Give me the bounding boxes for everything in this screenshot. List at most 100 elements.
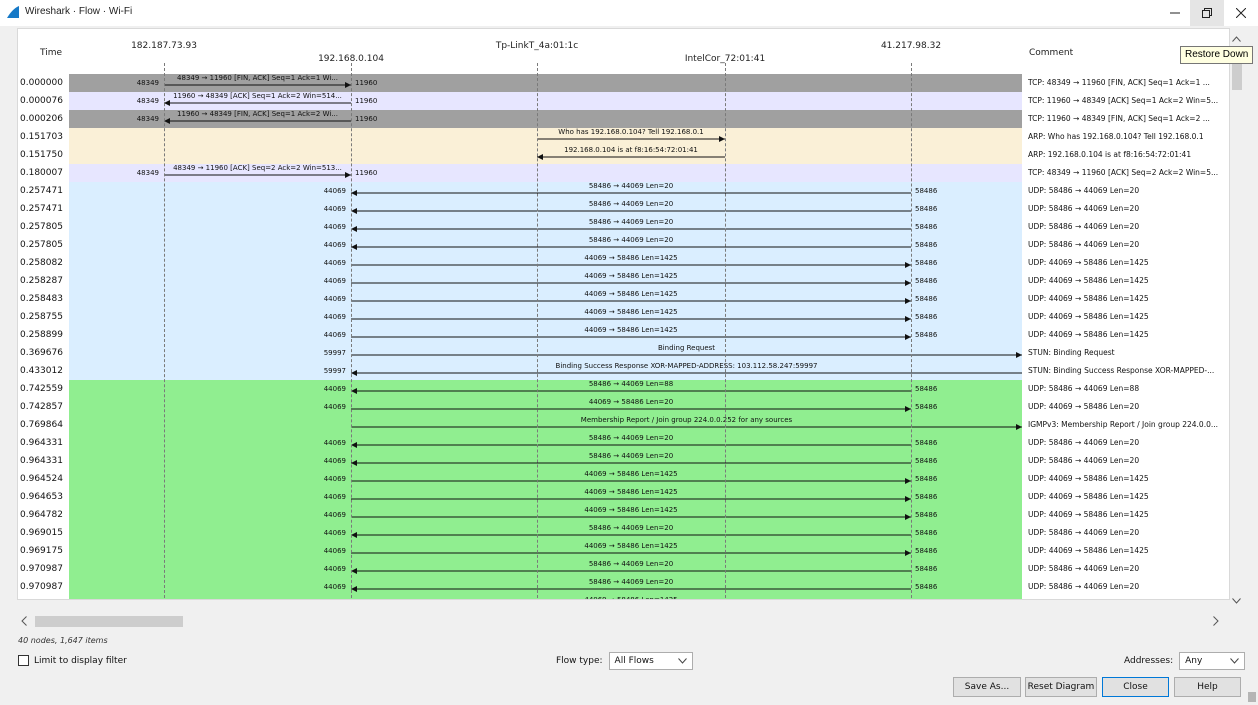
flow-row[interactable]: 0.000000 TCP: 48349 → 11960 [FIN, ACK] Se… xyxy=(18,74,1229,92)
vertical-scrollbar[interactable] xyxy=(1230,28,1243,612)
limit-filter-label: Limit to display filter xyxy=(34,655,127,666)
flow-row[interactable]: 0.257805 UDP: 58486 → 44069 Len=20 44069 58… xyxy=(18,218,1229,236)
flow-row[interactable]: 0.258483 UDP: 44069 → 58486 Len=1425 44069… xyxy=(18,290,1229,308)
flow-row[interactable]: 0.257805 UDP: 58486 → 44069 Len=20 44069 58… xyxy=(18,236,1229,254)
node-header: 41.217.98.32 xyxy=(880,41,942,51)
time-column-header: Time xyxy=(40,48,63,58)
message-arrow xyxy=(351,262,911,268)
message-arrow xyxy=(351,352,1022,358)
node-header: 182.187.73.93 xyxy=(131,41,197,51)
message-arrow xyxy=(351,370,1022,376)
flow-row[interactable]: 0.180007 TCP: 48349 → 11960 [ACK] Seq=2 A… xyxy=(18,164,1229,182)
node-lifeline xyxy=(537,63,538,599)
restore-button[interactable] xyxy=(1190,0,1224,26)
message-arrow xyxy=(351,568,911,574)
scroll-right-icon[interactable] xyxy=(1213,616,1219,626)
flow-type-select[interactable]: All Flows xyxy=(608,652,693,670)
scroll-left-icon[interactable] xyxy=(21,616,27,626)
title-bar: Wireshark · Flow · Wi-Fi xyxy=(0,0,1258,26)
flow-row[interactable]: 0.970987 UDP: 58486 → 44069 Len=20 44069 58… xyxy=(18,578,1229,596)
flow-row[interactable]: 0.769864 IGMPv3: Membership Report / Join… xyxy=(18,416,1229,434)
flow-row[interactable]: 0.964331 UDP: 58486 → 44069 Len=20 44069 58… xyxy=(18,434,1229,452)
message-arrow xyxy=(537,154,725,160)
vertical-scroll-thumb[interactable] xyxy=(1232,62,1242,90)
comment-column-header: Comment xyxy=(1029,48,1074,58)
message-arrow xyxy=(351,514,911,520)
flow-diagram-panel[interactable]: Time Comment 182.187.73.93 192.168.0.104 T… xyxy=(17,28,1230,600)
node-lifeline xyxy=(351,63,352,599)
flow-row[interactable]: 0.964524 UDP: 44069 → 58486 Len=1425 44069… xyxy=(18,470,1229,488)
flow-row[interactable]: 0.258899 UDP: 44069 → 58486 Len=1425 44069… xyxy=(18,326,1229,344)
wireshark-fin-icon xyxy=(7,6,19,18)
flow-row[interactable]: 0.258755 UDP: 44069 → 58486 Len=1425 44069… xyxy=(18,308,1229,326)
flow-row[interactable]: 0.964653 UDP: 44069 → 58486 Len=1425 44069… xyxy=(18,488,1229,506)
minimize-icon xyxy=(1170,12,1180,14)
flow-row[interactable]: 0.257471 UDP: 58486 → 44069 Len=20 44069 58… xyxy=(18,200,1229,218)
flow-row[interactable]: 0.969175 UDP: 44069 → 58486 Len=1425 44069… xyxy=(18,542,1229,560)
resize-grip-icon[interactable] xyxy=(1248,692,1256,702)
window-title: Wireshark · Flow · Wi-Fi xyxy=(25,6,133,17)
message-arrow xyxy=(351,550,911,556)
chevron-down-icon xyxy=(1230,658,1239,664)
flow-row[interactable]: 0.971169UDP: 44069 → 58486 Len=142544069… xyxy=(18,596,1230,600)
message-arrow xyxy=(351,442,911,448)
arrow-head xyxy=(1016,352,1022,358)
flow-row[interactable]: 0.258287 UDP: 44069 → 58486 Len=1425 44069… xyxy=(18,272,1229,290)
close-window-button[interactable] xyxy=(1224,0,1258,26)
flow-row[interactable]: 0.964782 UDP: 44069 → 58486 Len=1425 44069… xyxy=(18,506,1229,524)
flow-type-value: All Flows xyxy=(614,656,654,666)
reset-diagram-button[interactable]: Reset Diagram xyxy=(1025,677,1097,697)
flow-row[interactable]: 0.964331 UDP: 58486 → 44069 Len=20 44069 58… xyxy=(18,452,1229,470)
message-arrow xyxy=(351,388,911,394)
message-arrow xyxy=(351,334,911,340)
message-arrow xyxy=(537,136,725,142)
help-button[interactable]: Help xyxy=(1174,677,1241,697)
message-arrow xyxy=(351,532,911,538)
flow-row[interactable]: 0.000076 TCP: 11960 → 48349 [ACK] Seq=1 A… xyxy=(18,92,1229,110)
message-arrow xyxy=(164,172,351,178)
message-arrow xyxy=(351,190,911,196)
message-arrow xyxy=(164,82,351,88)
message-arrow xyxy=(351,298,911,304)
flow-row[interactable]: 0.969015 UDP: 58486 → 44069 Len=20 44069 58… xyxy=(18,524,1229,542)
flow-diagram: Time Comment 182.187.73.93 192.168.0.104 T… xyxy=(18,29,1230,600)
minimize-button[interactable] xyxy=(1158,0,1192,26)
message-arrow xyxy=(351,460,911,466)
flow-row[interactable]: 0.257471 UDP: 58486 → 44069 Len=20 44069 58… xyxy=(18,182,1229,200)
addresses-select[interactable]: Any xyxy=(1179,652,1246,670)
message-arrow xyxy=(351,226,911,232)
message-arrow xyxy=(351,244,911,250)
save-as-button[interactable]: Save As... xyxy=(953,677,1021,697)
message-arrow xyxy=(351,496,911,502)
node-lifeline xyxy=(911,63,912,599)
flow-row[interactable]: 0.000206 TCP: 11960 → 48349 [FIN, ACK] Se… xyxy=(18,110,1229,128)
flow-row[interactable]: 0.433012 STUN: Binding Success Response X… xyxy=(18,362,1229,380)
message-arrow xyxy=(351,316,911,322)
horizontal-scroll-thumb[interactable] xyxy=(35,616,183,627)
flow-row[interactable]: 0.369676 STUN: Binding Request 59997 Bindin… xyxy=(18,344,1229,362)
addresses-label: Addresses: xyxy=(1124,656,1174,666)
close-button[interactable]: Close xyxy=(1102,677,1169,697)
scroll-up-icon[interactable] xyxy=(1232,36,1241,42)
status-text: 40 nodes, 1,647 items xyxy=(18,636,108,645)
flow-row[interactable]: 0.258082 UDP: 44069 → 58486 Len=1425 44069… xyxy=(18,254,1229,272)
flow-row[interactable]: 0.742857 UDP: 44069 → 58486 Len=20 44069 58… xyxy=(18,398,1229,416)
message-arrow xyxy=(18,596,1230,600)
addresses-control: Addresses: Any xyxy=(1124,652,1246,670)
message-arrow xyxy=(164,118,351,124)
addresses-value: Any xyxy=(1185,656,1203,666)
message-arrow xyxy=(351,406,911,412)
arrow-head xyxy=(1016,424,1022,430)
scroll-down-icon[interactable] xyxy=(1232,598,1241,604)
limit-filter-checkbox[interactable] xyxy=(18,655,29,666)
restore-tooltip: Restore Down xyxy=(1180,46,1254,64)
flow-row[interactable]: 0.970987 UDP: 58486 → 44069 Len=20 44069 58… xyxy=(18,560,1229,578)
flow-row[interactable]: 0.151750 ARP: 192.168.0.104 is at f8:16:5… xyxy=(18,146,1229,164)
message-arrow xyxy=(351,478,911,484)
flow-row[interactable]: 0.742559 UDP: 58486 → 44069 Len=88 44069 58… xyxy=(18,380,1229,398)
restore-icon xyxy=(1202,8,1212,18)
message-arrow xyxy=(351,586,911,592)
limit-filter-checkbox-row[interactable]: Limit to display filter xyxy=(18,655,127,666)
horizontal-scrollbar[interactable] xyxy=(17,614,1230,629)
flow-row[interactable]: 0.151703 ARP: Who has 192.168.0.104? Tell… xyxy=(18,128,1229,146)
